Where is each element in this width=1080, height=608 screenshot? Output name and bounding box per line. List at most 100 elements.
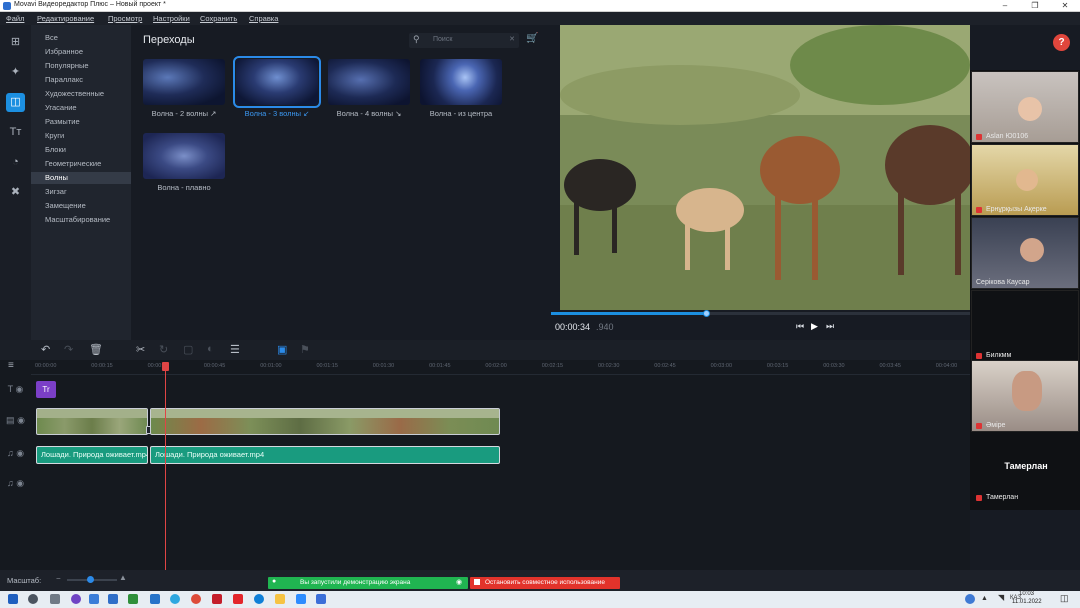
video-preview[interactable] — [560, 25, 970, 310]
zoom-in-icon[interactable]: ▲ — [119, 573, 127, 582]
more-tools-icon[interactable]: ✖ — [6, 183, 25, 202]
clock-date[interactable]: 11.01.2022 — [1012, 599, 1042, 605]
close-button[interactable]: ✕ — [1050, 0, 1080, 12]
marker-icon[interactable]: ⚑ — [300, 343, 310, 356]
app-icon[interactable] — [212, 594, 222, 604]
category-item[interactable]: Размытие — [31, 116, 131, 128]
edge-icon[interactable] — [254, 594, 264, 604]
category-item[interactable]: Замещение — [31, 200, 131, 212]
yandex-icon[interactable] — [275, 594, 285, 604]
app-icon[interactable] — [316, 594, 326, 604]
chrome-icon[interactable] — [191, 594, 201, 604]
participant-tile[interactable]: Серікова Каусар — [971, 217, 1079, 289]
task-view-icon[interactable] — [50, 594, 60, 604]
mute-icon[interactable]: ◉ — [16, 478, 24, 488]
start-icon[interactable] — [8, 594, 18, 604]
playhead-handle[interactable] — [162, 362, 169, 371]
previous-frame-icon[interactable]: ⏮ — [796, 321, 804, 332]
tray-icon[interactable] — [965, 594, 975, 604]
tools-sidebar: ⊞ ✦ ◫ Tт ◔ ✖ — [0, 25, 31, 340]
visibility-icon[interactable]: ◉ — [16, 384, 24, 394]
participant-tile[interactable]: Билкмм — [971, 290, 1079, 362]
zoom-icon[interactable] — [296, 594, 306, 604]
crop-icon[interactable]: ▢ — [183, 343, 193, 356]
notifications-icon[interactable]: ◫ — [1060, 593, 1069, 604]
app-icon[interactable] — [150, 594, 160, 604]
maximize-button[interactable]: ❐ — [1020, 0, 1050, 12]
menu-help[interactable]: Справка — [249, 14, 278, 23]
category-item[interactable]: Блоки — [31, 144, 131, 156]
category-item[interactable]: Художественные — [31, 88, 131, 100]
menu-settings[interactable]: Настройки — [153, 14, 190, 23]
category-item[interactable]: Все — [31, 32, 131, 44]
undo-icon[interactable]: ↶ — [41, 343, 50, 356]
transition-thumb[interactable] — [143, 133, 225, 179]
category-item[interactable]: Геометрические — [31, 158, 131, 170]
transition-thumb[interactable] — [328, 59, 410, 105]
tray-arrow-icon[interactable]: ▲ — [981, 595, 988, 602]
cut-icon[interactable]: ✂ — [136, 343, 145, 356]
search-icon[interactable] — [28, 594, 38, 604]
category-item[interactable]: Зигзаг — [31, 186, 131, 198]
category-item[interactable]: Угасание — [31, 102, 131, 114]
participant-tile[interactable]: Aslan Ю0106 — [971, 71, 1079, 143]
zoom-out-icon[interactable]: − — [56, 574, 61, 583]
add-track-icon[interactable]: ≡ — [8, 360, 14, 371]
category-item[interactable]: Популярные — [31, 60, 131, 72]
participant-tile[interactable]: Тамерлан Тамерлан — [971, 432, 1079, 504]
video-clip[interactable] — [36, 408, 148, 435]
titles-icon[interactable]: Tт — [6, 123, 25, 142]
menu-edit[interactable]: Редактирование — [37, 14, 94, 23]
participant-tile[interactable]: Ернұрқызы Ақерке — [971, 144, 1079, 216]
title-clip[interactable]: Tr — [36, 381, 56, 398]
app-icon[interactable] — [89, 594, 99, 604]
zoom-slider-handle[interactable] — [87, 576, 94, 583]
store-cart-icon[interactable]: 🛒 — [526, 33, 538, 44]
audio-clip[interactable]: Лошади. Природа оживает.mp4 — [36, 446, 148, 464]
category-item[interactable]: Круги — [31, 130, 131, 142]
menu-file[interactable]: Файл — [6, 14, 24, 23]
word-icon[interactable] — [108, 594, 118, 604]
minimize-button[interactable]: – — [990, 0, 1020, 12]
category-item-selected[interactable]: Волны — [31, 172, 131, 184]
stickers-icon[interactable]: ◔ — [6, 153, 25, 172]
delete-icon[interactable]: 🗑 — [89, 343, 103, 356]
category-item[interactable]: Масштабирование — [31, 214, 131, 226]
rotate-icon[interactable]: ↻ — [159, 343, 168, 356]
import-icon[interactable]: ⊞ — [6, 33, 25, 52]
pdf-icon[interactable] — [233, 594, 243, 604]
stop-sharing-button[interactable]: Остановить совместное использование — [470, 577, 620, 589]
preview-progress-track[interactable] — [551, 310, 971, 317]
network-icon[interactable]: ◥ — [998, 593, 1004, 602]
zoom-slider[interactable] — [67, 576, 117, 583]
menu-view[interactable]: Просмотр — [108, 14, 142, 23]
transitions-icon[interactable]: ◫ — [6, 93, 25, 112]
overlay-icon[interactable]: ▣ — [277, 343, 287, 356]
audio-clip[interactable]: Лошади. Природа оживает.mp4 — [150, 446, 500, 464]
clock-time[interactable]: 10:03 — [1019, 591, 1034, 597]
app-icon[interactable] — [71, 594, 81, 604]
help-button[interactable]: ? — [1053, 34, 1070, 51]
clip-properties-icon[interactable]: ☰ — [230, 343, 240, 356]
clear-search-icon[interactable]: ✕ — [509, 35, 515, 43]
play-icon[interactable]: ▶ — [811, 321, 818, 332]
visibility-icon[interactable]: ◉ — [17, 415, 25, 425]
next-frame-icon[interactable]: ⏭ — [826, 321, 834, 332]
preview-progress-handle[interactable] — [703, 310, 711, 317]
video-clip[interactable] — [150, 408, 500, 435]
category-item[interactable]: Параллакс — [31, 74, 131, 86]
color-adjust-icon[interactable]: ◐ — [207, 343, 214, 355]
transition-thumb[interactable] — [143, 59, 225, 105]
redo-icon[interactable]: ↷ — [64, 343, 73, 356]
category-item[interactable]: Избранное — [31, 46, 131, 58]
filters-wand-icon[interactable]: ✦ — [6, 63, 25, 82]
transition-thumb-selected[interactable] — [233, 56, 321, 108]
menu-save[interactable]: Сохранить — [200, 14, 237, 23]
telegram-icon[interactable] — [170, 594, 180, 604]
mute-icon[interactable]: ◉ — [16, 448, 24, 458]
participant-tile[interactable]: Әміре — [971, 360, 1079, 432]
app-icon[interactable] — [128, 594, 138, 604]
transition-thumb[interactable] — [420, 59, 502, 105]
timeline-ruler[interactable]: 00:00:00 00:00:15 00:00:30 00:00:45 00:01:00… — [31, 360, 970, 374]
search-input[interactable]: ⚲ Поиск ✕ — [409, 33, 519, 48]
